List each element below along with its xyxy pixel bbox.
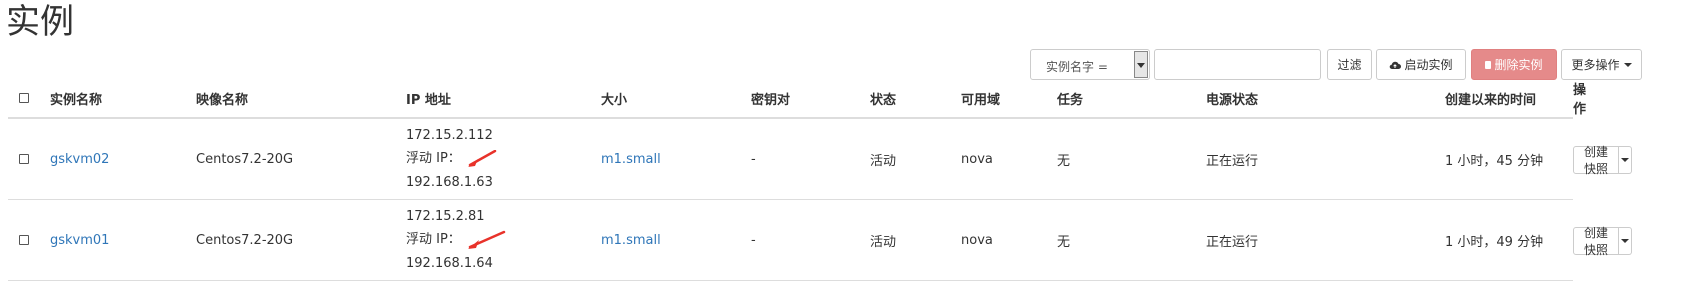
fixed-ip: 172.15.2.112 (406, 127, 493, 143)
floating-ip: 192.168.1.63 (406, 174, 493, 190)
column-header-status[interactable]: 状态 (870, 79, 961, 119)
table-toolbar: 实例名字 = 过滤 启动实例 删除实例 更多操作 (1030, 49, 1680, 83)
chevron-down-icon[interactable] (1134, 51, 1148, 78)
filter-button[interactable]: 过滤 (1327, 49, 1372, 80)
fixed-ip: 172.15.2.81 (406, 208, 485, 224)
image-name: Centos7.2-20G (196, 118, 406, 200)
create-snapshot-button[interactable]: 创建快照 (1573, 226, 1620, 257)
flavor-link[interactable]: m1.small (601, 233, 661, 248)
image-name: Centos7.2-20G (196, 199, 406, 281)
caret-down-icon (1623, 62, 1632, 67)
age: 1 小时，49 分钟 (1445, 199, 1573, 281)
caret-down-icon (1621, 238, 1630, 243)
row-checkbox[interactable] (19, 154, 29, 164)
caret-down-icon (1621, 157, 1630, 162)
select-all-checkbox[interactable] (19, 93, 29, 103)
delete-instances-button[interactable]: 删除实例 (1471, 49, 1557, 80)
flavor-link[interactable]: m1.small (601, 152, 661, 167)
instances-table: 实例名称 映像名称 IP 地址 大小 密钥对 状态 可用域 任务 电源状态 创建… (8, 79, 1633, 281)
keypair: - (751, 118, 870, 200)
age: 1 小时，45 分钟 (1445, 118, 1573, 200)
keypair: - (751, 199, 870, 281)
column-header-zone[interactable]: 可用域 (961, 79, 1057, 119)
column-header-ip[interactable]: IP 地址 (406, 79, 601, 119)
row-checkbox[interactable] (19, 235, 29, 245)
column-header-keypair[interactable]: 密钥对 (751, 79, 870, 119)
create-snapshot-button[interactable]: 创建快照 (1573, 145, 1620, 176)
launch-instance-label: 启动实例 (1404, 58, 1453, 72)
ip-address-cell: 172.15.2.112 浮动 IP： 192.168.1.63 (406, 124, 601, 195)
task: 无 (1057, 118, 1206, 200)
filter-field-label: 实例名字 = (1046, 60, 1108, 74)
availability-zone: nova (961, 118, 1057, 200)
column-header-power[interactable]: 电源状态 (1206, 79, 1445, 119)
power-state: 正在运行 (1206, 118, 1445, 200)
column-header-age[interactable]: 创建以来的时间 (1445, 79, 1573, 119)
instance-name-link[interactable]: gskvm02 (50, 152, 109, 167)
more-actions-button[interactable]: 更多操作 (1561, 49, 1642, 80)
column-header-name[interactable]: 实例名称 (50, 79, 196, 119)
red-arrow-annotation-icon (467, 149, 497, 167)
ip-address-cell: 172.15.2.81 浮动 IP： 192.168.1.64 (406, 205, 601, 276)
column-header-image[interactable]: 映像名称 (196, 79, 406, 119)
filter-input[interactable] (1154, 49, 1321, 80)
delete-instances-label: 删除实例 (1494, 58, 1543, 72)
launch-instance-button[interactable]: 启动实例 (1376, 49, 1466, 80)
status: 活动 (870, 118, 961, 200)
column-header-size[interactable]: 大小 (601, 79, 751, 119)
row-actions-dropdown-toggle[interactable] (1619, 226, 1633, 255)
page-title: 实例 (6, 2, 74, 42)
table-row: gskvm01 Centos7.2-20G 172.15.2.81 浮动 IP：… (8, 199, 1633, 281)
filter-field-select[interactable]: 实例名字 = (1030, 49, 1150, 80)
floating-ip-label: 浮动 IP： (406, 232, 461, 248)
cloud-upload-icon (1390, 61, 1402, 69)
power-state: 正在运行 (1206, 199, 1445, 281)
availability-zone: nova (961, 199, 1057, 281)
red-arrow-annotation-icon (467, 230, 506, 249)
table-header-row: 实例名称 映像名称 IP 地址 大小 密钥对 状态 可用域 任务 电源状态 创建… (8, 79, 1586, 119)
table-row: gskvm02 Centos7.2-20G 172.15.2.112 浮动 IP… (8, 118, 1633, 200)
row-actions: 创建快照 (1573, 145, 1633, 176)
row-actions-dropdown-toggle[interactable] (1619, 145, 1633, 174)
floating-ip-label: 浮动 IP： (406, 151, 461, 167)
instance-name-link[interactable]: gskvm01 (50, 233, 109, 248)
column-header-task[interactable]: 任务 (1057, 79, 1206, 119)
row-actions: 创建快照 (1573, 226, 1633, 257)
task: 无 (1057, 199, 1206, 281)
more-actions-label: 更多操作 (1571, 58, 1620, 72)
status: 活动 (870, 199, 961, 281)
floating-ip: 192.168.1.64 (406, 255, 493, 271)
trash-icon (1485, 60, 1492, 69)
